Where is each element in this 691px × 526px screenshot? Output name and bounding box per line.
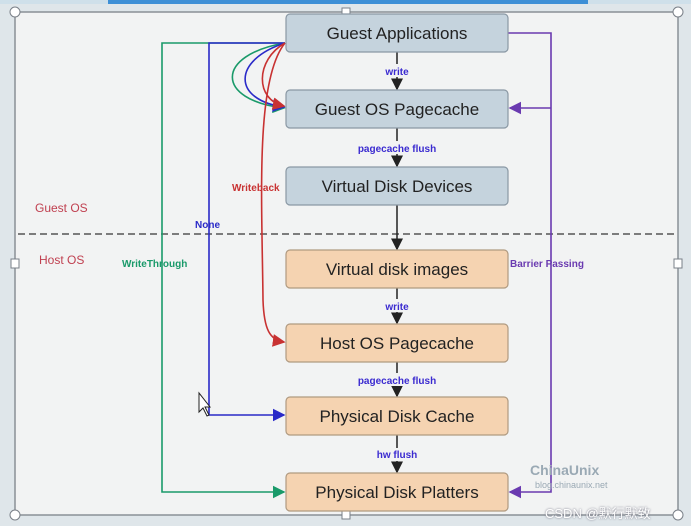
box-label: Physical Disk Platters — [315, 483, 478, 502]
diagram-canvas: Guest Applications Guest OS Pagecache Vi… — [9, 6, 684, 521]
mode-label-writethrough: WriteThrough — [122, 259, 187, 270]
resize-handle[interactable] — [9, 6, 21, 18]
box-label: Host OS Pagecache — [320, 334, 474, 353]
box-label: Virtual Disk Devices — [322, 177, 473, 196]
resize-handle[interactable] — [10, 258, 20, 269]
box-label: Guest Applications — [327, 24, 468, 43]
resize-handle[interactable] — [673, 258, 683, 269]
watermark-csdn: CSDN @默行默致 — [545, 506, 651, 521]
resize-handle[interactable] — [672, 509, 684, 521]
edge-label-pagecache-flush: pagecache flush — [358, 144, 436, 155]
edge-label-hw-flush: hw flush — [377, 450, 418, 461]
mode-label-none: None — [195, 220, 220, 231]
resize-handle[interactable] — [9, 509, 21, 521]
watermark-brand: ChinaUnix — [530, 462, 600, 478]
edge-label-write: write — [384, 302, 409, 313]
box-label: Guest OS Pagecache — [315, 100, 479, 119]
resize-handle[interactable] — [672, 6, 684, 18]
box-label: Virtual disk images — [326, 260, 468, 279]
edge-label-write: write — [384, 67, 409, 78]
region-label-host: Host OS — [39, 253, 84, 267]
box-label: Physical Disk Cache — [320, 407, 475, 426]
watermark-url: blog.chinaunix.net — [535, 480, 608, 490]
region-label-guest: Guest OS — [35, 201, 88, 215]
resize-handle[interactable] — [341, 510, 351, 520]
mode-label-writeback: Writeback — [232, 183, 280, 194]
mode-label-barrier: Barrier Passing — [510, 259, 584, 270]
edge-label-pagecache-flush: pagecache flush — [358, 376, 436, 387]
